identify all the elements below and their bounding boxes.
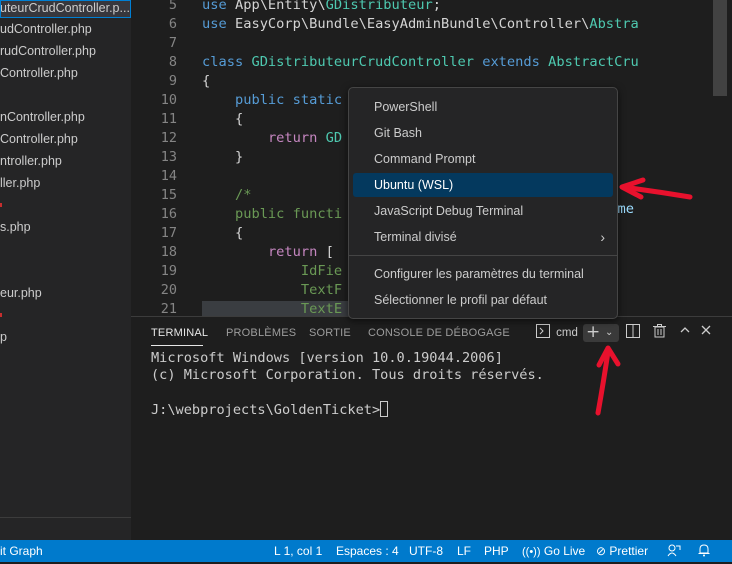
file-item[interactable]: rudController.php xyxy=(0,40,96,62)
file-item[interactable]: s.php xyxy=(0,216,31,238)
active-tab-indicator xyxy=(151,345,203,346)
menu-separator xyxy=(349,255,617,256)
error-marker xyxy=(0,203,2,207)
file-item[interactable]: Controller.php xyxy=(0,62,78,84)
code-line: return GD xyxy=(267,130,343,146)
terminal-prompt[interactable]: J:\webprojects\GoldenTicket> xyxy=(151,401,389,418)
status-prettier[interactable]: ⊘ Prettier xyxy=(596,540,648,562)
line-number: 18 xyxy=(160,244,177,260)
file-item[interactable]: Controller.php xyxy=(0,128,78,150)
line-number: 13 xyxy=(160,149,177,165)
terminal-output-line: (c) Microsoft Corporation. Tous droits r… xyxy=(151,367,544,383)
code-line: return [ xyxy=(267,244,334,260)
line-number: 19 xyxy=(160,263,177,279)
status-language[interactable]: PHP xyxy=(484,540,509,562)
feedback-icon[interactable] xyxy=(667,540,681,562)
editor-scrollbar[interactable] xyxy=(713,0,727,96)
terminal-panel: TERMINAL PROBLÈMES SORTIE CONSOLE DE DÉB… xyxy=(131,316,732,540)
line-number: 11 xyxy=(160,111,177,127)
new-terminal-button[interactable]: + ⌄ xyxy=(583,324,619,342)
status-go-live[interactable]: ((•)) Go Live xyxy=(522,540,585,562)
close-panel-icon[interactable] xyxy=(698,324,714,342)
file-item[interactable]: uteurCrudController.p... xyxy=(0,0,131,18)
file-item[interactable]: nController.php xyxy=(0,106,85,128)
new-terminal-profile-menu: PowerShell Git Bash Command Prompt Ubunt… xyxy=(348,87,618,319)
code-line: { xyxy=(202,225,244,241)
line-number: 21 xyxy=(160,301,177,316)
code-line: class GDistributeurCrudController extend… xyxy=(202,54,639,70)
line-number: 6 xyxy=(168,16,177,32)
tab-problems[interactable]: PROBLÈMES xyxy=(226,317,296,349)
file-item[interactable]: ntroller.php xyxy=(0,150,62,172)
maximize-panel-icon[interactable] xyxy=(677,324,693,342)
code-line: public functi xyxy=(234,206,343,222)
file-item[interactable]: ller.php xyxy=(0,172,40,194)
menu-item-configure-terminal-settings[interactable]: Configurer les paramètres du terminal xyxy=(353,262,613,286)
code-line: { xyxy=(202,111,244,127)
chevron-right-icon: › xyxy=(600,229,605,245)
explorer-sidebar: uteurCrudController.p... udController.ph… xyxy=(0,0,131,540)
chevron-down-icon[interactable]: ⌄ xyxy=(605,324,613,342)
code-line: { xyxy=(202,73,211,89)
line-number: 10 xyxy=(160,92,177,108)
terminal-output-line: Microsoft Windows [version 10.0.19044.20… xyxy=(151,350,503,366)
line-number: 16 xyxy=(160,206,177,222)
line-number: 20 xyxy=(160,282,177,298)
menu-item-select-default-profile[interactable]: Sélectionner le profil par défaut xyxy=(353,288,613,312)
code-line: public static xyxy=(234,92,343,108)
code-line: } xyxy=(202,149,244,165)
file-item[interactable]: eur.php xyxy=(0,282,42,304)
line-number: 9 xyxy=(168,73,177,89)
status-eol[interactable]: LF xyxy=(457,540,471,562)
tab-output[interactable]: SORTIE xyxy=(309,317,351,349)
status-cursor-position[interactable]: L 1, col 1 xyxy=(274,540,322,562)
status-indentation[interactable]: Espaces : 4 xyxy=(336,540,399,562)
status-encoding[interactable]: UTF-8 xyxy=(409,540,443,562)
code-line: IdFie xyxy=(300,263,343,279)
code-line: TextF xyxy=(300,282,343,298)
code-line: use App\Entity\GDistributeur; xyxy=(202,0,442,13)
line-number: 17 xyxy=(160,225,177,241)
code-line: use EasyCorp\Bundle\EasyAdminBundle\Cont… xyxy=(202,16,639,32)
menu-item-split-terminal[interactable]: Terminal divisé › xyxy=(353,225,613,249)
terminal-icon xyxy=(535,324,551,342)
menu-item-javascript-debug-terminal[interactable]: JavaScript Debug Terminal xyxy=(353,199,613,223)
status-git-graph[interactable]: it Graph xyxy=(0,540,43,562)
code-line: /* xyxy=(234,187,252,203)
file-item[interactable]: p xyxy=(0,326,7,348)
line-number: 8 xyxy=(168,54,177,70)
line-number: 15 xyxy=(160,187,177,203)
line-number: 14 xyxy=(160,168,177,184)
error-marker xyxy=(0,313,2,317)
notifications-bell-icon[interactable] xyxy=(697,540,711,562)
double-check-icon: ⊘ xyxy=(596,544,607,558)
terminal-cursor xyxy=(380,401,389,417)
broadcast-icon: ((•)) xyxy=(522,546,541,558)
trash-icon[interactable] xyxy=(651,324,667,342)
line-number: 5 xyxy=(168,0,177,13)
code-line: TextE xyxy=(300,301,343,316)
menu-item-powershell[interactable]: PowerShell xyxy=(353,95,613,119)
status-bar: it Graph L 1, col 1 Espaces : 4 UTF-8 LF… xyxy=(0,540,732,562)
menu-item-command-prompt[interactable]: Command Prompt xyxy=(353,147,613,171)
file-item[interactable]: udController.php xyxy=(0,18,92,40)
line-number: 7 xyxy=(168,35,177,51)
plus-icon: + xyxy=(586,322,601,342)
line-number: 12 xyxy=(160,130,177,146)
menu-item-ubuntu-wsl[interactable]: Ubuntu (WSL) xyxy=(353,173,613,197)
terminal-name-label[interactable]: cmd xyxy=(554,324,580,342)
split-terminal-icon[interactable] xyxy=(625,324,641,342)
tab-debug-console[interactable]: CONSOLE DE DÉBOGAGE xyxy=(368,317,510,349)
sidebar-section-divider xyxy=(0,517,131,518)
menu-item-git-bash[interactable]: Git Bash xyxy=(353,121,613,145)
